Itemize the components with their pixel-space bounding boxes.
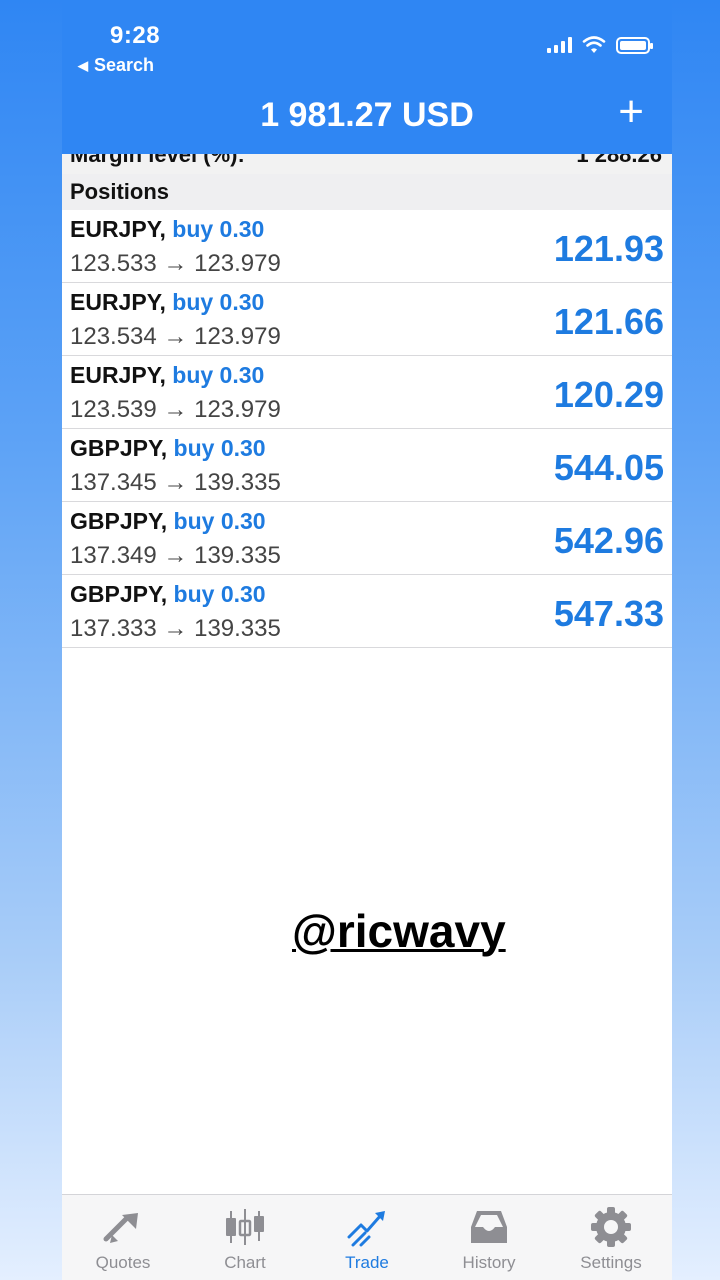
position-prices: 123.539 → 123.979 <box>70 396 281 423</box>
position-side: buy 0.30 <box>172 216 265 242</box>
position-symbol: GBPJPY, <box>70 508 168 534</box>
position-row[interactable]: GBPJPY, buy 0.30 137.345 → 139.335 544.0… <box>62 429 672 502</box>
new-order-button[interactable]: + <box>618 90 644 134</box>
gear-icon <box>589 1205 633 1249</box>
position-prices: 123.534 → 123.979 <box>70 323 281 350</box>
tab-chart-label: Chart <box>224 1253 266 1272</box>
position-profit: 547.33 <box>553 593 664 634</box>
position-side: buy 0.30 <box>173 508 266 534</box>
tab-settings-label: Settings <box>580 1253 642 1272</box>
position-side: buy 0.30 <box>173 581 266 607</box>
quotes-icon <box>101 1205 145 1249</box>
back-label: Search <box>94 55 155 75</box>
status-time: 9:28 <box>110 22 161 49</box>
position-profit: 121.93 <box>553 228 664 269</box>
position-row[interactable]: EURJPY, buy 0.30 123.539 → 123.979 120.2… <box>62 356 672 429</box>
position-symbol: GBPJPY, <box>70 435 168 461</box>
position-side: buy 0.30 <box>173 435 266 461</box>
position-prices: 137.345 → 139.335 <box>70 469 281 496</box>
history-tray-icon <box>467 1205 511 1249</box>
position-title: EURJPY, buy 0.30 <box>70 289 264 316</box>
margin-level-row: Margin level (%): 1 288.26 <box>62 154 672 174</box>
position-symbol: EURJPY, <box>70 289 166 315</box>
position-side: buy 0.30 <box>172 362 265 388</box>
position-prices: 137.333 → 139.335 <box>70 615 281 642</box>
tab-trade-label: Trade <box>345 1253 389 1272</box>
position-prices: 123.533 → 123.979 <box>70 250 281 277</box>
position-symbol: GBPJPY, <box>70 581 168 607</box>
position-row[interactable]: EURJPY, buy 0.30 123.534 → 123.979 121.6… <box>62 283 672 356</box>
tab-quotes[interactable]: Quotes <box>62 1195 184 1280</box>
positions-list: EURJPY, buy 0.30 123.533 → 123.979 121.9… <box>62 210 672 648</box>
position-title: EURJPY, buy 0.30 <box>70 362 264 389</box>
tab-chart[interactable]: Chart <box>184 1195 306 1280</box>
app-screen: 9:28 ◀ Search 1 981.27 USD + Margin leve… <box>62 0 672 1280</box>
cellular-signal-icon <box>547 37 572 53</box>
position-row[interactable]: GBPJPY, buy 0.30 137.349 → 139.335 542.9… <box>62 502 672 575</box>
position-symbol: EURJPY, <box>70 216 166 242</box>
position-title: GBPJPY, buy 0.30 <box>70 508 266 535</box>
username-watermark: @ricwavy <box>292 905 506 957</box>
position-symbol: EURJPY, <box>70 362 166 388</box>
position-profit: 544.05 <box>553 447 664 488</box>
tab-quotes-label: Quotes <box>95 1253 151 1272</box>
candlestick-icon <box>223 1205 267 1249</box>
battery-icon <box>616 36 653 54</box>
position-title: GBPJPY, buy 0.30 <box>70 581 266 608</box>
tab-settings[interactable]: Settings <box>550 1195 672 1280</box>
position-profit: 120.29 <box>553 374 664 415</box>
status-icons <box>547 36 653 54</box>
margin-level-value: 1 288.26 <box>576 154 662 167</box>
tab-trade[interactable]: Trade <box>306 1195 428 1280</box>
positions-section-header: Positions <box>62 174 672 210</box>
position-title: GBPJPY, buy 0.30 <box>70 435 266 462</box>
position-title: EURJPY, buy 0.30 <box>70 216 264 243</box>
account-balance: 1 981.27 USD <box>260 96 474 134</box>
position-side: buy 0.30 <box>172 289 265 315</box>
top-bar: 9:28 ◀ Search 1 981.27 USD + <box>62 0 672 154</box>
back-to-search-link[interactable]: ◀ Search <box>78 55 154 76</box>
tab-history[interactable]: History <box>428 1195 550 1280</box>
back-arrow-icon: ◀ <box>78 57 88 73</box>
position-profit: 542.96 <box>553 520 664 561</box>
position-row[interactable]: GBPJPY, buy 0.30 137.333 → 139.335 547.3… <box>62 575 672 648</box>
position-row[interactable]: EURJPY, buy 0.30 123.533 → 123.979 121.9… <box>62 210 672 283</box>
margin-level-label: Margin level (%): <box>70 154 245 167</box>
position-profit: 121.66 <box>553 301 664 342</box>
trade-icon <box>345 1205 389 1249</box>
tab-history-label: History <box>462 1253 516 1272</box>
trade-content: Margin level (%): 1 288.26 Positions EUR… <box>62 154 672 648</box>
position-prices: 137.349 → 139.335 <box>70 542 281 569</box>
wifi-icon <box>582 36 606 53</box>
bottom-tab-bar: Quotes Chart Trade History Settings <box>62 1194 672 1280</box>
